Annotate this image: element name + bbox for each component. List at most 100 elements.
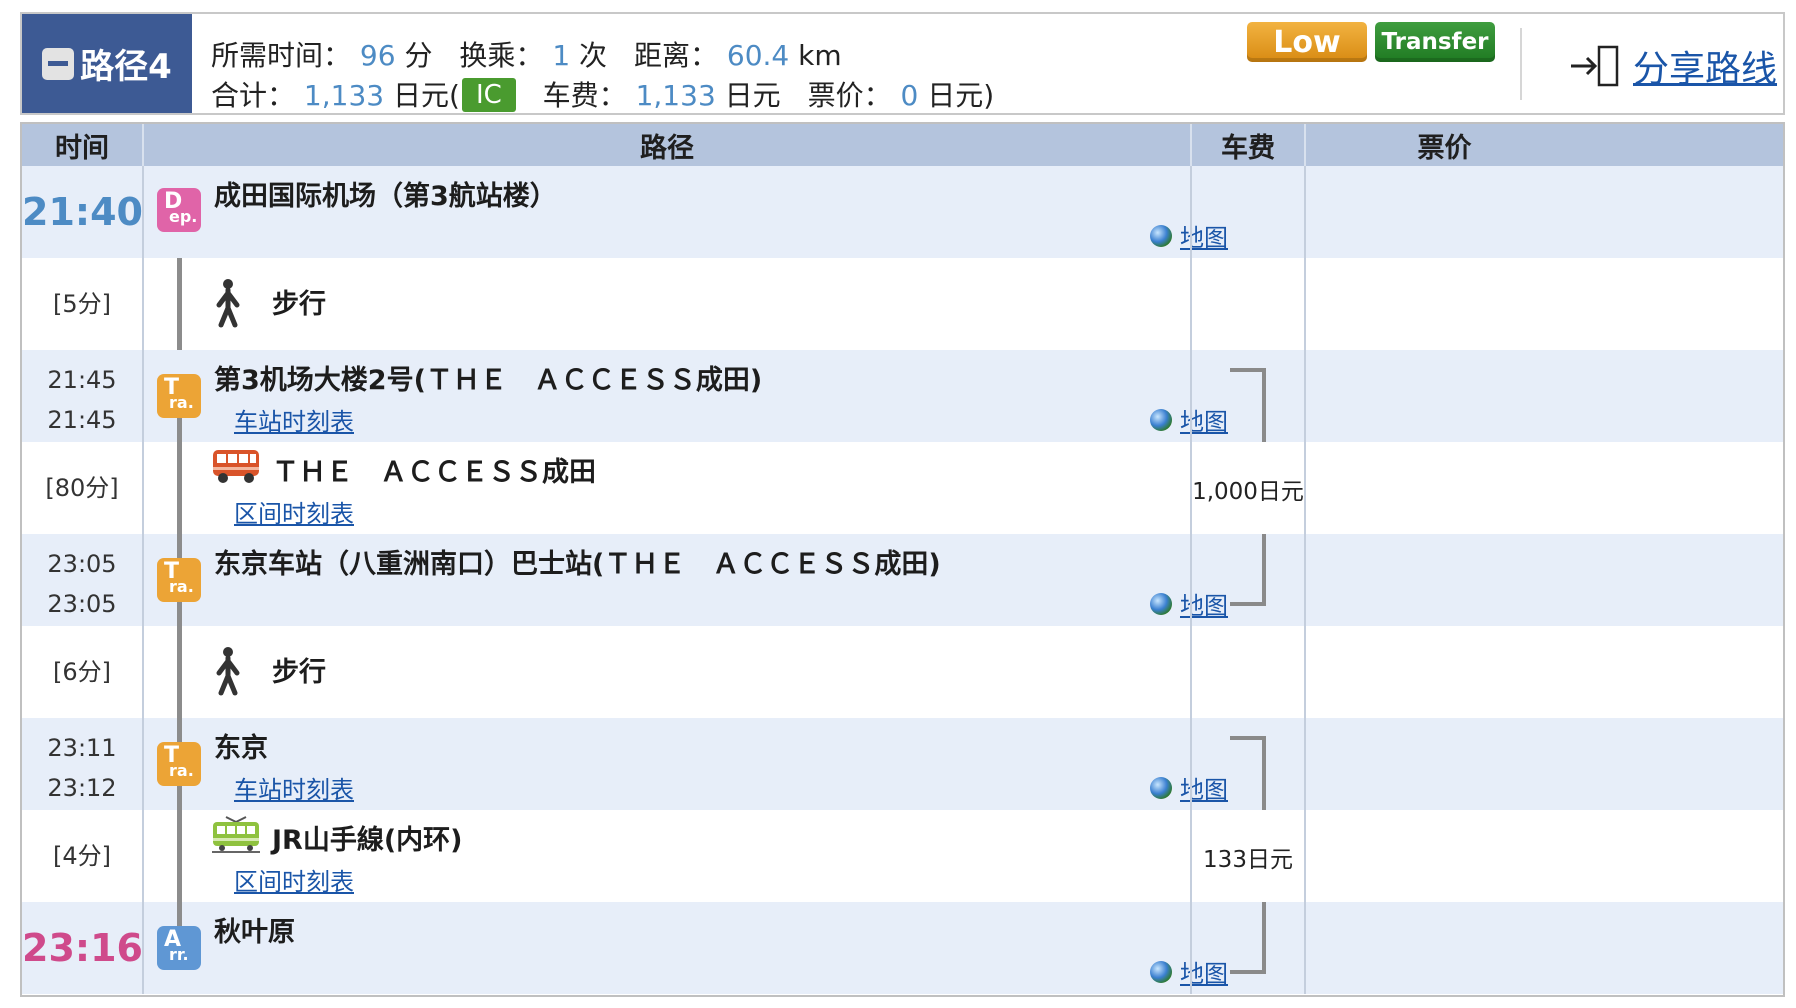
share-route-button[interactable]: 分享路线 <box>1567 40 1777 92</box>
leg-fare: 133日元 <box>1203 847 1293 873</box>
route-track <box>177 718 182 742</box>
station-timetable-link[interactable]: 车站时刻表 <box>234 770 354 805</box>
leg-duration: [6分] <box>53 658 111 686</box>
header-ticket: 票价 <box>1417 132 1472 164</box>
summary-divider <box>1520 28 1522 100</box>
station-name: 第3机场大楼2号(ＴＨＥ ＡＣＣＥＳＳ成田) <box>214 365 763 396</box>
station-name: 秋叶原 <box>214 917 295 948</box>
route-track <box>177 902 182 926</box>
transfer-label: 换乘： <box>459 39 544 72</box>
total-unit: 日元( <box>393 79 460 112</box>
globe-icon <box>1150 592 1172 615</box>
fare-label: 车费： <box>542 79 627 112</box>
station-timetable-link[interactable]: 车站时刻表 <box>234 402 354 437</box>
departure-time-cell: 21:40 <box>22 166 143 258</box>
header-fare: 车费 <box>1221 132 1275 164</box>
leg-row-train: [4分] JR山手線(内环) 区间时刻表 133日元 <box>22 810 1783 902</box>
fare-bracket <box>1230 736 1266 810</box>
fare-bracket <box>1230 534 1266 606</box>
leg-row-walk: [5分] 步行 <box>22 258 1783 350</box>
bus-icon <box>213 450 259 483</box>
time-label: 所需时间： <box>211 39 352 72</box>
leg-name: ＴＨＥ ＡＣＣＥＳＳ成田 <box>272 457 596 488</box>
walking-person-icon <box>216 279 240 328</box>
leg-name: 步行 <box>272 657 326 688</box>
summary-line-1: 所需时间： 96 分 换乘： 1 次 距离： 60.4 km <box>211 34 842 74</box>
route-track <box>177 258 182 350</box>
route-summary: 路径4 所需时间： 96 分 换乘： 1 次 距离： 60.4 km 合计： 1… <box>20 12 1785 115</box>
leg-name: JR山手線(内环) <box>272 825 463 856</box>
low-badge: Low <box>1247 22 1367 62</box>
distance-unit: km <box>798 39 842 72</box>
time-unit: 分 <box>404 39 433 72</box>
distance-label: 距离： <box>633 39 718 72</box>
leg-row-walk: [6分] 步行 <box>22 626 1783 718</box>
station-row-departure: 21:40 Dep. 成田国际机场（第3航站楼） 地图 <box>22 166 1783 258</box>
share-enter-icon <box>1571 45 1619 87</box>
leg-duration: [5分] <box>53 290 111 318</box>
route-track <box>177 602 182 626</box>
route-track <box>177 442 182 534</box>
header-time: 时间 <box>55 132 109 164</box>
station-name: 成田国际机场（第3航站楼） <box>214 181 557 212</box>
share-route-link[interactable]: 分享路线 <box>1633 40 1777 92</box>
globe-icon <box>1150 224 1172 247</box>
arrival-time: 21:45 <box>47 366 117 394</box>
departure-time: 21:40 <box>22 190 143 234</box>
route-track <box>177 534 182 558</box>
transfer-unit: 次 <box>579 39 608 72</box>
section-timetable-link[interactable]: 区间时刻表 <box>234 862 354 897</box>
globe-icon <box>1150 776 1172 799</box>
route-label: 路径4 <box>80 47 172 87</box>
station-row-transfer: 23:05 23:05 Tra. 东京车站（八重洲南口）巴士站(ＴＨＥ ＡＣＣＥ… <box>22 534 1783 626</box>
collapse-icon[interactable] <box>42 47 75 80</box>
map-link[interactable]: 地图 <box>1150 402 1228 437</box>
transfer-icon: Tra. <box>157 374 201 418</box>
total-label: 合计： <box>211 79 296 112</box>
leg-name: 步行 <box>272 289 326 320</box>
transfer-value: 1 <box>552 39 571 72</box>
distance-value: 60.4 <box>726 39 790 72</box>
section-timetable-link[interactable]: 区间时刻表 <box>234 494 354 529</box>
total-value: 1,133 <box>303 79 385 112</box>
map-link[interactable]: 地图 <box>1150 770 1228 805</box>
station-row-transfer: 23:11 23:12 Tra. 东京 车站时刻表 地图 <box>22 718 1783 810</box>
leg-fare: 1,000日元 <box>1192 479 1304 505</box>
ic-badge: IC <box>461 78 516 112</box>
walking-person-icon <box>216 647 240 696</box>
leg-row-bus: [80分] ＴＨＥ ＡＣＣＥＳＳ成田 区间时刻表 1,000日元 <box>22 442 1783 534</box>
fare-value: 1,133 <box>635 79 716 112</box>
arrival-icon: Arr. <box>157 926 201 970</box>
arrival-time: 23:11 <box>47 734 117 762</box>
station-name: 东京车站（八重洲南口）巴士站(ＴＨＥ ＡＣＣＥＳＳ成田) <box>214 549 941 580</box>
route-track <box>177 418 182 442</box>
map-link[interactable]: 地图 <box>1150 954 1228 989</box>
table-header: 时间 路径 车费 票价 <box>22 124 1783 166</box>
departure-time: 21:45 <box>47 406 117 434</box>
station-name: 东京 <box>214 733 268 764</box>
leg-duration: [80分] <box>45 474 119 502</box>
route-tab[interactable]: 路径4 <box>22 14 192 113</box>
transfer-icon: Tra. <box>157 558 201 602</box>
summary-line-2: 合计： 1,133 日元(IC 车费： 1,133 日元 票价： 0 日元) <box>211 74 994 114</box>
route-table: 时间 路径 车费 票价 21:40 Dep. 成田国际机场（第3航站楼） 地图 … <box>20 122 1785 997</box>
fare-bracket <box>1230 902 1266 974</box>
header-route: 路径 <box>640 132 694 164</box>
map-link[interactable]: 地图 <box>1150 218 1228 253</box>
globe-icon <box>1150 960 1172 983</box>
arrival-time: 23:16 <box>22 926 143 970</box>
departure-icon: Dep. <box>157 188 201 232</box>
station-row-arrival: 23:16 Arr. 秋叶原 地图 <box>22 902 1783 994</box>
ticket-unit: 日元) <box>927 79 995 112</box>
map-link[interactable]: 地图 <box>1150 586 1228 621</box>
ticket-value: 0 <box>900 79 919 112</box>
transfer-icon: Tra. <box>157 742 201 786</box>
time-value: 96 <box>359 39 396 72</box>
arrival-time: 23:05 <box>47 550 117 578</box>
route-track <box>177 810 182 902</box>
route-track <box>177 626 182 718</box>
globe-icon <box>1150 408 1172 431</box>
ticket-label: 票价： <box>807 79 892 112</box>
leg-duration: [4分] <box>53 842 111 870</box>
fare-bracket <box>1230 368 1266 442</box>
